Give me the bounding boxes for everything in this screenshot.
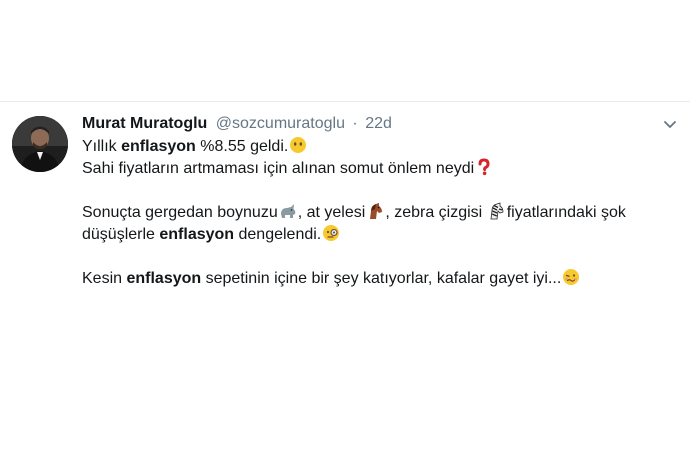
zebra-emoji (488, 202, 506, 220)
tweet-text: Yıllık enflasyon %8.55 geldi. Sahi fiyat… (82, 136, 677, 290)
text-fragment: Kesin (82, 270, 127, 287)
tweet-line-1: Yıllık enflasyon %8.55 geldi. (82, 136, 677, 158)
face-without-mouth-emoji (289, 136, 307, 154)
text-fragment: %8.55 geldi. (195, 138, 289, 155)
text-fragment: sepetinin içine bir şey katıyorlar, kafa… (201, 270, 562, 287)
tweet-header: Murat Muratoglu @sozcumuratoglu · 22d (82, 114, 392, 134)
text-fragment: Yıllık (82, 138, 122, 155)
text-fragment: , zebra çizgisi (385, 204, 487, 221)
author-handle[interactable]: @sozcumuratoglu (216, 115, 345, 132)
highlight-keyword: enflasyon (126, 270, 202, 287)
tweet-paragraph-3: Kesin enflasyon sepetinin içine bir şey … (82, 268, 677, 290)
author-name[interactable]: Murat Muratoglu (82, 115, 207, 132)
face-with-monocle-emoji (322, 224, 340, 242)
chevron-down-icon[interactable] (662, 116, 678, 132)
red-question-mark-emoji (475, 158, 493, 176)
timestamp[interactable]: 22d (365, 115, 392, 132)
text-fragment: , at yelesi (297, 204, 366, 221)
tweet-paragraph-2: Sonuçta gergedan boynuzu , at yelesi , zeb… (82, 202, 677, 246)
separator-dot: · (352, 115, 358, 132)
tweet-card[interactable]: Murat Muratoglu @sozcumuratoglu · 22d Yı… (0, 102, 690, 450)
text-fragment: dengelendi. (234, 226, 322, 243)
rhinoceros-emoji (279, 202, 297, 220)
highlight-keyword: enflasyon (121, 138, 196, 155)
tweet-line-2: Sahi fiyatların artmaması için alınan so… (82, 158, 677, 180)
horse-emoji (366, 202, 384, 220)
text-fragment: Sahi fiyatların artmaması için alınan so… (82, 160, 475, 177)
avatar[interactable] (12, 116, 68, 172)
woozy-face-emoji (562, 268, 580, 286)
highlight-keyword: enflasyon (159, 226, 235, 243)
text-fragment: Sonuçta gergedan boynuzu (82, 204, 278, 221)
